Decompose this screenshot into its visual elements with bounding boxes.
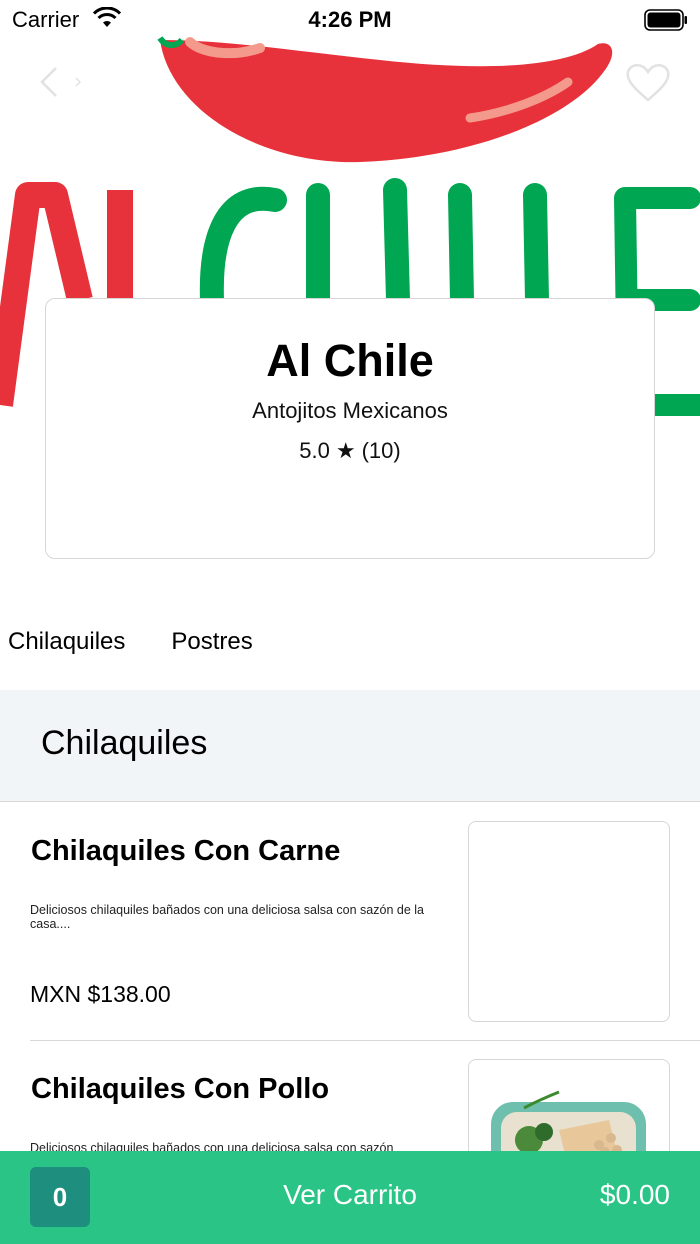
restaurant-name: Al Chile xyxy=(266,335,434,386)
item-price: MXN $138.00 xyxy=(30,981,171,1007)
category-tabs: Chilaquiles Postres xyxy=(0,616,700,672)
restaurant-info-card: Al Chile Antojitos Mexicanos 5.0 ★ (10) xyxy=(45,298,655,559)
tab-chilaquiles[interactable]: Chilaquiles xyxy=(0,616,133,672)
status-bar: Carrier 4:26 PM xyxy=(0,0,700,40)
review-count: (10) xyxy=(361,438,401,463)
item-name: Chilaquiles Con Pollo xyxy=(31,1073,330,1105)
restaurant-rating: 5.0 ★ (10) xyxy=(46,437,654,465)
rating-value: 5.0 xyxy=(299,438,330,463)
menu-item[interactable]: Chilaquiles Con Carne Deliciosos chilaqu… xyxy=(0,803,700,1041)
section-header: Chilaquiles xyxy=(0,690,700,802)
favorite-button[interactable] xyxy=(624,60,672,104)
cart-bar[interactable]: 0 Ver Carrito $0.00 xyxy=(0,1151,700,1244)
heart-icon xyxy=(626,64,670,102)
cart-total: $0.00 xyxy=(599,1179,670,1210)
item-image xyxy=(468,821,670,1022)
star-icon: ★ xyxy=(335,438,356,463)
section-title: Chilaquiles xyxy=(41,724,208,762)
item-description: Deliciosos chilaquiles bañados con una d… xyxy=(30,903,424,931)
tab-postres[interactable]: Postres xyxy=(163,616,260,672)
view-cart-button[interactable]: Ver Carrito xyxy=(0,1179,700,1211)
item-name: Chilaquiles Con Carne xyxy=(31,835,341,867)
battery-icon xyxy=(644,9,688,36)
back-button[interactable] xyxy=(30,60,90,104)
chevron-left-icon xyxy=(40,67,82,97)
clock: 4:26 PM xyxy=(308,7,392,32)
restaurant-category: Antojitos Mexicanos xyxy=(252,398,448,423)
